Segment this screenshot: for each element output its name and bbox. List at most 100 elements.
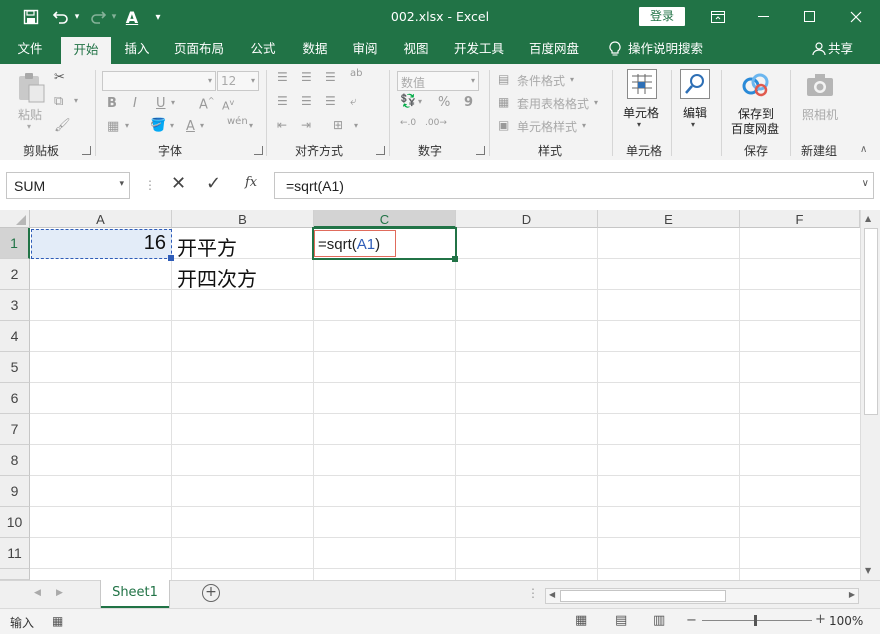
expand-formula-icon[interactable]: ∨ xyxy=(862,178,869,189)
tab-split-icon[interactable]: ⋮ xyxy=(527,586,539,600)
cancel-icon[interactable]: ✕ xyxy=(171,173,186,194)
row-header-2[interactable]: 2 xyxy=(0,259,30,290)
minimize-icon[interactable] xyxy=(741,0,787,34)
customize-quick-access-icon[interactable]: ▾ xyxy=(151,6,165,28)
normal-view-icon[interactable]: ▦ xyxy=(575,613,587,628)
tab-page-layout[interactable]: 页面布局 xyxy=(168,34,230,64)
number-launcher-icon[interactable] xyxy=(476,146,485,155)
font-size-combo[interactable]: 12 ▾ xyxy=(217,71,259,91)
column-header-a[interactable]: A xyxy=(30,210,172,228)
fill-dropdown-icon[interactable]: ▾ xyxy=(170,121,174,130)
tab-view[interactable]: 视图 xyxy=(395,34,437,64)
clipboard-launcher-icon[interactable] xyxy=(82,146,91,155)
accounting-dropdown-icon[interactable]: ▾ xyxy=(418,97,422,106)
editing-search-icon[interactable] xyxy=(680,69,710,99)
row-header-8[interactable]: 8 xyxy=(0,445,30,476)
borders-dropdown-icon[interactable]: ▾ xyxy=(125,121,129,130)
add-sheet-icon[interactable]: + xyxy=(202,584,220,602)
editing-button[interactable]: 编辑 xyxy=(683,104,707,121)
page-break-view-icon[interactable]: ▥ xyxy=(653,613,665,628)
align-center-icon[interactable]: ☰ xyxy=(301,94,312,108)
underline-dropdown-icon[interactable]: ▾ xyxy=(171,98,175,107)
scroll-left-icon[interactable]: ◀ xyxy=(549,590,555,599)
save-to-baidu-label-2[interactable]: 百度网盘 xyxy=(731,120,779,137)
row-header-4[interactable]: 4 xyxy=(0,321,30,352)
borders-icon[interactable]: ▦ xyxy=(107,119,119,134)
share-button[interactable]: 共享 xyxy=(828,34,860,64)
align-middle-icon[interactable]: ☰ xyxy=(301,70,312,84)
font-name-combo[interactable]: ▾ xyxy=(102,71,216,91)
editing-dropdown-icon[interactable]: ▾ xyxy=(691,120,695,129)
cells-button[interactable]: 单元格 xyxy=(623,104,659,121)
close-icon[interactable] xyxy=(833,0,879,34)
next-sheet-icon[interactable]: ▶ xyxy=(56,588,63,598)
camera-button[interactable]: 照相机 xyxy=(802,106,838,123)
vertical-scroll-thumb[interactable] xyxy=(864,228,878,415)
row-header-6[interactable]: 6 xyxy=(0,383,30,414)
italic-button[interactable]: I xyxy=(133,96,137,111)
reference-handle[interactable] xyxy=(168,255,174,261)
tab-home[interactable]: 开始 xyxy=(61,37,111,64)
worksheet-grid[interactable]: A B C D E F 1 2 3 4 5 6 7 8 9 10 11 16 开… xyxy=(0,210,880,580)
macro-record-icon[interactable]: ▦ xyxy=(52,614,63,628)
tab-file[interactable]: 文件 xyxy=(8,34,52,64)
increase-decimal-icon[interactable]: ←.0 xyxy=(400,118,416,128)
table-format-dropdown-icon[interactable]: ▾ xyxy=(594,98,598,107)
percent-icon[interactable]: % xyxy=(438,95,450,110)
redo-icon[interactable] xyxy=(87,6,109,28)
name-box[interactable]: SUM ▾ xyxy=(6,172,130,199)
row-header-9[interactable]: 9 xyxy=(0,476,30,507)
table-format-icon[interactable]: ▦ xyxy=(498,95,509,109)
tab-review[interactable]: 审阅 xyxy=(344,34,386,64)
zoom-slider-thumb[interactable] xyxy=(754,615,757,626)
align-right-icon[interactable]: ☰ xyxy=(325,94,336,108)
wrap-text-icon[interactable]: ⤶ xyxy=(350,94,357,109)
cells-icon[interactable] xyxy=(627,69,657,99)
sheet-tab-sheet1[interactable]: Sheet1 xyxy=(101,580,169,608)
name-box-dropdown-icon[interactable]: ▾ xyxy=(119,179,124,189)
column-header-b[interactable]: B xyxy=(172,210,314,228)
horizontal-scrollbar[interactable]: ◀ ▶ xyxy=(545,588,859,604)
select-all-corner[interactable] xyxy=(0,210,30,228)
align-left-icon[interactable]: ☰ xyxy=(277,94,288,108)
horizontal-scroll-thumb[interactable] xyxy=(560,590,726,602)
login-button[interactable]: 登录 xyxy=(639,7,685,26)
alignment-launcher-icon[interactable] xyxy=(376,146,385,155)
table-format-button[interactable]: 套用表格格式 xyxy=(517,95,589,112)
collapse-ribbon-icon[interactable]: ∧ xyxy=(860,144,867,155)
row-header-1[interactable]: 1 xyxy=(0,228,30,259)
undo-icon[interactable] xyxy=(50,6,72,28)
format-painter-icon[interactable]: 🖌 xyxy=(54,118,71,133)
column-header-f[interactable]: F xyxy=(740,210,860,228)
redo-dropdown-icon[interactable]: ▾ xyxy=(109,6,119,28)
camera-icon[interactable] xyxy=(806,73,834,97)
phonetic-icon[interactable]: wén xyxy=(227,116,248,127)
enter-icon[interactable]: ✓ xyxy=(206,173,221,194)
scroll-up-icon[interactable]: ▲ xyxy=(865,214,871,223)
tab-insert[interactable]: 插入 xyxy=(116,34,158,64)
cut-icon[interactable]: ✂ xyxy=(54,70,65,85)
font-launcher-icon[interactable] xyxy=(254,146,263,155)
undo-dropdown-icon[interactable]: ▾ xyxy=(72,6,82,28)
page-layout-view-icon[interactable]: ▤ xyxy=(615,613,627,628)
cell-style-dropdown-icon[interactable]: ▾ xyxy=(582,121,586,130)
accounting-format-icon[interactable]: 💱 xyxy=(400,94,416,109)
decrease-font-icon[interactable]: Av xyxy=(222,98,234,113)
decrease-decimal-icon[interactable]: .00→ xyxy=(425,118,447,128)
column-header-c[interactable]: C xyxy=(314,210,456,228)
merge-dropdown-icon[interactable]: ▾ xyxy=(354,121,358,130)
row-header-11[interactable]: 11 xyxy=(0,538,30,569)
ribbon-display-options-icon[interactable] xyxy=(695,0,741,34)
baidu-netdisk-icon[interactable] xyxy=(741,72,771,98)
zoom-out-icon[interactable]: − xyxy=(686,613,697,628)
formula-bar-drag-icon[interactable]: ⋮ xyxy=(144,178,156,192)
tab-developer[interactable]: 开发工具 xyxy=(446,34,512,64)
copy-icon[interactable]: ⧉ xyxy=(54,94,63,109)
row-header-5[interactable]: 5 xyxy=(0,352,30,383)
cell-a1[interactable]: 16 xyxy=(31,229,172,259)
conditional-format-dropdown-icon[interactable]: ▾ xyxy=(570,75,574,84)
row-header-7[interactable]: 7 xyxy=(0,414,30,445)
cell-style-button[interactable]: 单元格样式 xyxy=(517,118,577,135)
text-color-icon[interactable]: A xyxy=(186,119,195,134)
cell-style-icon[interactable]: ▣ xyxy=(498,118,509,132)
